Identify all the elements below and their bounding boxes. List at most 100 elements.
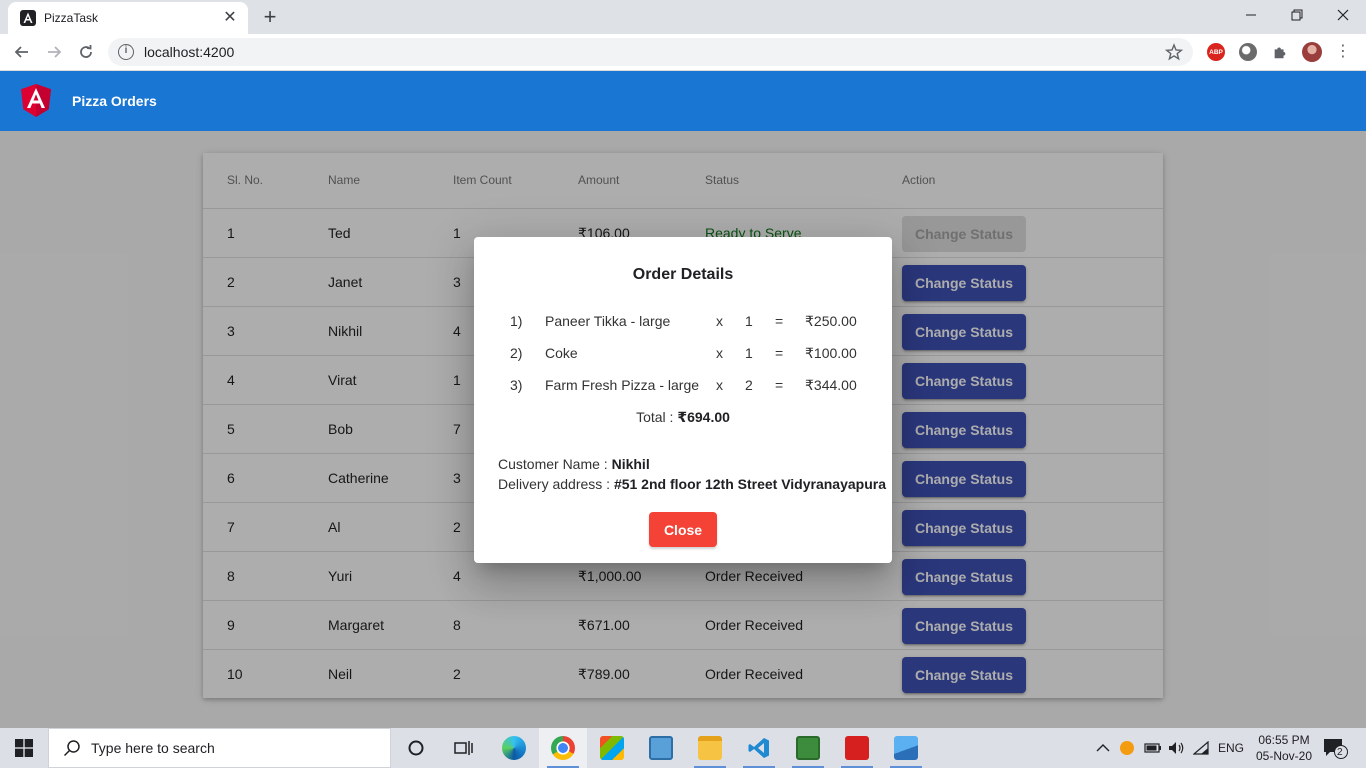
back-button[interactable] xyxy=(10,40,34,64)
total-label: Total : xyxy=(636,409,678,425)
item-equals: = xyxy=(775,313,784,329)
angular-favicon-icon xyxy=(20,10,36,26)
item-qty: 2 xyxy=(745,377,753,393)
order-details-dialog: Order Details 1) Paneer Tikka - large x … xyxy=(474,237,892,563)
item-index: 3) xyxy=(510,377,523,393)
notification-icon xyxy=(1324,739,1348,759)
forward-arrow-icon xyxy=(48,46,62,58)
site-info-icon[interactable]: i xyxy=(118,44,134,60)
start-button[interactable] xyxy=(0,728,48,768)
item-name: Coke xyxy=(545,345,578,361)
taskbar-search[interactable]: Type here to search xyxy=(48,728,391,768)
item-price: ₹100.00 xyxy=(805,345,857,361)
tray-app-icon[interactable] xyxy=(1120,728,1134,768)
item-qty: 1 xyxy=(745,345,753,361)
control-panel-icon xyxy=(649,736,673,760)
chart-app-icon xyxy=(796,736,820,760)
tab-title: PizzaTask xyxy=(44,11,99,25)
customer-value: Nikhil xyxy=(611,456,650,472)
adblock-icon[interactable]: ABP xyxy=(1207,43,1225,61)
address-bar[interactable]: i localhost:4200 xyxy=(108,38,1193,66)
volume-icon[interactable] xyxy=(1168,728,1186,768)
browser-tab[interactable]: PizzaTask ✕ xyxy=(8,2,248,34)
task-view-icon xyxy=(454,741,473,755)
angular-logo-icon xyxy=(21,84,51,117)
item-equals: = xyxy=(775,345,784,361)
profile-avatar[interactable] xyxy=(1302,42,1322,62)
restore-icon xyxy=(1291,9,1303,21)
minimize-icon xyxy=(1246,14,1256,16)
back-arrow-icon xyxy=(14,46,28,58)
item-times: x xyxy=(716,313,723,329)
extension-circle-icon[interactable] xyxy=(1239,43,1257,61)
chrome-icon xyxy=(551,736,575,760)
customer-name-line: Customer Name : Nikhil xyxy=(498,456,650,472)
address-value: #51 2nd floor 12th Street Vidyranayapura xyxy=(613,476,887,492)
item-index: 1) xyxy=(510,313,523,329)
search-icon xyxy=(63,740,80,757)
close-window-icon xyxy=(1337,9,1349,21)
delivery-address-line: Delivery address : #51 2nd floor 12th St… xyxy=(498,476,886,492)
taskbar: Type here to search ENG 06:55 PM 05-Nov-… xyxy=(0,728,1366,768)
reload-button[interactable] xyxy=(74,40,98,64)
reload-icon xyxy=(80,45,92,58)
cortana-button[interactable] xyxy=(392,728,440,768)
new-tab-button[interactable]: + xyxy=(258,6,282,30)
taskbar-edge[interactable] xyxy=(490,728,538,768)
pdf-icon xyxy=(845,736,869,760)
item-equals: = xyxy=(775,377,784,393)
forward-button[interactable] xyxy=(42,40,66,64)
close-window-button[interactable] xyxy=(1320,0,1366,30)
order-item: 2) Coke x 1 = ₹100.00 xyxy=(474,345,892,365)
app-header: Pizza Orders xyxy=(0,71,1366,131)
notification-count: 2 xyxy=(1337,747,1343,758)
browser-menu-icon[interactable]: ⋮ xyxy=(1334,43,1352,61)
taskbar-store[interactable] xyxy=(588,728,636,768)
item-qty: 1 xyxy=(745,313,753,329)
vscode-icon xyxy=(748,738,769,758)
bookmark-star-icon[interactable] xyxy=(1165,43,1183,61)
taskbar-clock[interactable]: 06:55 PM 05-Nov-20 xyxy=(1246,732,1322,764)
taskbar-vscode[interactable] xyxy=(735,728,783,768)
app-root: Pizza Orders Sl. No. Name Item Count Amo… xyxy=(0,71,1366,728)
item-name: Paneer Tikka - large xyxy=(545,313,671,329)
item-price: ₹344.00 xyxy=(805,377,857,393)
app-title: Pizza Orders xyxy=(72,93,157,109)
browser-toolbar: i localhost:4200 ABP ⋮ xyxy=(0,34,1366,71)
store-icon xyxy=(600,736,624,760)
item-name: Farm Fresh Pizza - large xyxy=(545,377,700,393)
taskbar-control-panel[interactable] xyxy=(637,728,685,768)
item-price: ₹250.00 xyxy=(805,313,857,329)
address-label: Delivery address : xyxy=(498,476,614,492)
search-placeholder: Type here to search xyxy=(91,740,215,756)
folder-icon xyxy=(698,736,722,760)
wifi-icon[interactable] xyxy=(1193,728,1209,768)
taskbar-file-explorer[interactable] xyxy=(686,728,734,768)
task-view-button[interactable] xyxy=(440,728,488,768)
minimize-button[interactable] xyxy=(1228,0,1274,30)
order-total: Total : ₹694.00 xyxy=(474,409,892,426)
taskbar-spreadsheet[interactable] xyxy=(784,728,832,768)
photos-icon xyxy=(894,736,918,760)
tray-chevron-icon[interactable] xyxy=(1096,728,1110,768)
battery-icon[interactable] xyxy=(1144,728,1162,768)
customer-label: Customer Name : xyxy=(498,456,612,472)
clock-date: 05-Nov-20 xyxy=(1255,749,1313,763)
restore-button[interactable] xyxy=(1274,0,1320,30)
clock-time: 06:55 PM xyxy=(1258,733,1310,747)
extensions-puzzle-icon[interactable] xyxy=(1271,43,1289,61)
close-dialog-button[interactable]: Close xyxy=(649,512,717,547)
item-index: 2) xyxy=(510,345,523,361)
language-indicator[interactable]: ENG xyxy=(1218,728,1244,768)
taskbar-chrome[interactable] xyxy=(539,728,587,768)
taskbar-acrobat[interactable] xyxy=(833,728,881,768)
windows-logo-icon xyxy=(15,739,33,757)
total-value: ₹694.00 xyxy=(677,409,730,425)
dialog-title: Order Details xyxy=(632,266,734,283)
taskbar-photos[interactable] xyxy=(882,728,930,768)
url-text: localhost:4200 xyxy=(144,44,235,60)
action-center-button[interactable]: 2 xyxy=(1322,736,1348,760)
tab-close-icon[interactable]: ✕ xyxy=(222,10,238,26)
item-times: x xyxy=(716,345,723,361)
order-item: 3) Farm Fresh Pizza - large x 2 = ₹344.0… xyxy=(474,377,892,397)
